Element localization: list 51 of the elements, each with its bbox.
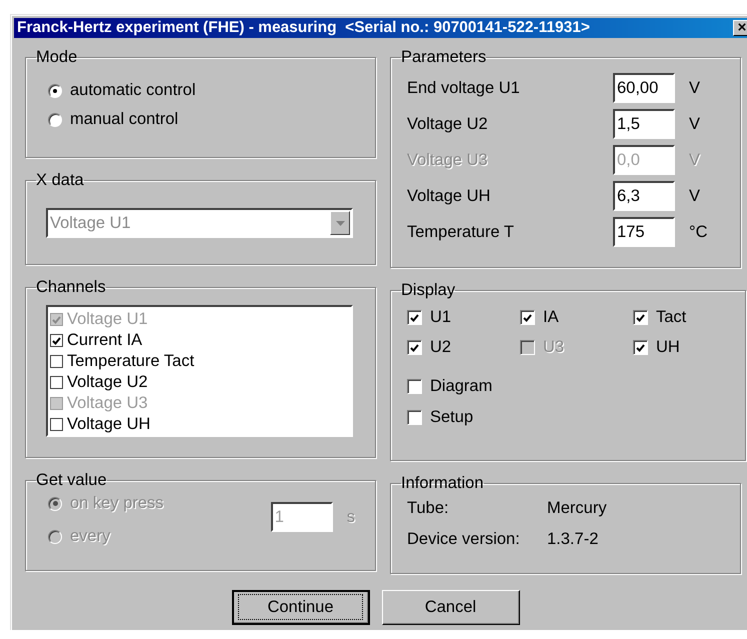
parameter-label: Voltage U3 bbox=[407, 150, 489, 170]
parameter-label: Voltage U2 bbox=[407, 114, 489, 134]
group-title: Channels bbox=[36, 278, 106, 297]
close-button[interactable]: × bbox=[733, 20, 747, 36]
checkbox-option[interactable]: U2 bbox=[407, 338, 520, 357]
unit-label: V bbox=[689, 78, 700, 98]
checkmark-icon bbox=[52, 316, 61, 324]
dropdown-arrow-icon bbox=[336, 220, 344, 226]
checkmark-icon bbox=[523, 314, 532, 322]
channel-item[interactable]: Current IA bbox=[50, 330, 349, 351]
parameter-field[interactable]: 1,5 bbox=[613, 109, 675, 139]
checkmark-icon bbox=[636, 344, 645, 352]
checkmark-icon bbox=[636, 314, 645, 322]
group-title: Information bbox=[401, 474, 484, 493]
channel-item[interactable]: Temperature Tact bbox=[50, 351, 349, 372]
checkbox-option[interactable]: IA bbox=[520, 308, 633, 327]
parameter-label: End voltage U1 bbox=[407, 78, 521, 98]
group-title: Get value bbox=[36, 471, 107, 490]
checkmark-icon bbox=[410, 344, 419, 352]
parameter-label: Voltage UH bbox=[407, 186, 492, 206]
group-title: Display bbox=[401, 281, 456, 300]
channel-item[interactable]: Voltage UH bbox=[50, 414, 349, 435]
info-value: Mercury bbox=[547, 499, 608, 518]
radio-option[interactable]: manual control bbox=[48, 110, 363, 129]
unit-label: V bbox=[689, 114, 700, 134]
checkbox-option[interactable]: Setup bbox=[407, 408, 733, 427]
checkbox-option[interactable]: UH bbox=[633, 338, 733, 357]
unit-label: s bbox=[346, 508, 355, 526]
checkbox-option[interactable]: Diagram bbox=[407, 377, 733, 396]
dialog-button[interactable]: Continue bbox=[232, 590, 370, 625]
parameter-label: Temperature T bbox=[407, 222, 515, 242]
info-value: 1.3.7-2 bbox=[547, 530, 600, 549]
unit-label: V bbox=[689, 150, 700, 170]
unit-label: °C bbox=[689, 222, 708, 242]
checkbox-option[interactable]: U1 bbox=[407, 308, 520, 327]
info-label: Device version: bbox=[407, 530, 521, 549]
parameter-field[interactable]: 6,3 bbox=[613, 181, 675, 211]
window-title: Franck-Hertz experiment (FHE) - measuring <Serial no.: 90700141-522-11931> bbox=[17, 19, 590, 37]
parameter-field[interactable]: 60,00 bbox=[613, 73, 675, 103]
group-title: X data bbox=[36, 171, 84, 190]
radio-option[interactable]: automatic control bbox=[48, 81, 363, 100]
unit-label: V bbox=[689, 186, 700, 206]
checkmark-icon bbox=[410, 314, 419, 322]
checkbox-option[interactable]: Tact bbox=[633, 308, 733, 327]
info-label: Tube: bbox=[407, 499, 450, 518]
group-title: Parameters bbox=[401, 48, 486, 67]
checkmark-icon bbox=[52, 336, 61, 344]
dialog-button[interactable]: Cancel bbox=[382, 590, 520, 625]
group-title: Mode bbox=[36, 48, 78, 67]
channel-item[interactable]: Voltage U2 bbox=[50, 372, 349, 393]
parameter-field[interactable]: 175 bbox=[613, 217, 675, 247]
